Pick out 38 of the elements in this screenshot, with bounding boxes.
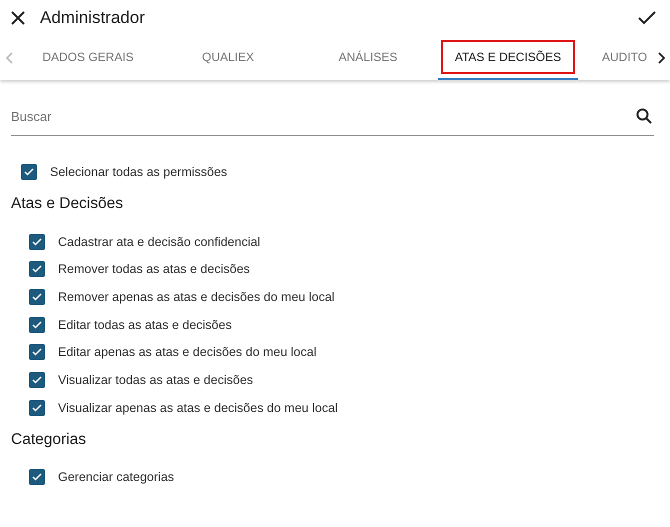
checkmark-icon [31, 263, 43, 276]
search-icon[interactable] [636, 108, 652, 124]
checkbox-label: Visualizar apenas as atas e decisões do meu local [58, 400, 338, 415]
checkbox-label: Editar todas as atas e decisões [58, 318, 232, 332]
checkbox[interactable] [29, 344, 45, 360]
checkbox-label: Visualizar todas as atas e decisões [58, 372, 254, 387]
checkmark-icon [31, 374, 43, 386]
checkbox[interactable] [29, 372, 45, 388]
tab[interactable]: AUDITO [578, 36, 652, 80]
checkbox[interactable] [29, 234, 45, 250]
checkbox[interactable] [29, 261, 45, 278]
checkbox-label: Remover apenas as atas e decisões do meu local [58, 290, 335, 304]
checkmark-icon [31, 318, 43, 331]
checkbox-label: Editar apenas as atas e decisões do meu local [58, 345, 316, 360]
checkmark-icon [31, 471, 43, 484]
checkmark-icon [31, 402, 43, 414]
section-heading: Categorias [10, 430, 87, 450]
checkmark-icon [23, 166, 35, 178]
checkmark-icon [31, 236, 43, 248]
checkbox[interactable] [29, 288, 45, 305]
tab[interactable]: DADOS GERAIS [18, 36, 158, 80]
checkbox-label: Cadastrar ata e decisão confidencial [58, 234, 260, 249]
checkbox[interactable] [29, 316, 45, 333]
checkbox[interactable] [29, 400, 45, 416]
checkbox[interactable] [29, 469, 45, 486]
tab[interactable]: ANÁLISES [298, 36, 438, 80]
search-field[interactable]: Buscar [11, 98, 654, 136]
close-icon[interactable] [10, 10, 26, 26]
tab[interactable]: QUALIEX [158, 36, 298, 80]
checkbox-label: Selecionar todas as permissões [50, 164, 228, 179]
section-heading: Atas e Decisões [10, 194, 124, 214]
checkbox-label: Remover todas as atas e decisões [58, 262, 250, 276]
checkbox[interactable] [21, 164, 37, 180]
checkbox-label: Gerenciar categorias [58, 470, 174, 484]
checkmark-icon [31, 346, 43, 358]
window-title: Administrador [40, 8, 146, 28]
check-icon[interactable] [638, 11, 656, 25]
checkmark-icon [31, 290, 43, 303]
